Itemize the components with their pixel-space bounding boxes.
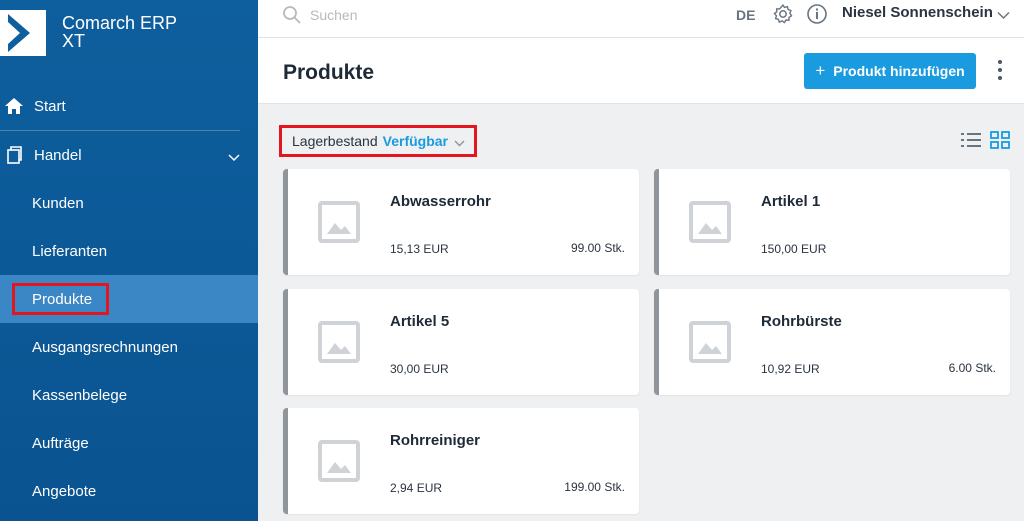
sidebar-item-kunden[interactable]: Kunden xyxy=(0,179,258,227)
plus-icon: + xyxy=(815,61,826,80)
sidebar-nav: Start Handel Kunden Lieferanten Produkte… xyxy=(0,82,258,515)
product-card[interactable]: Artikel 5 30,00 EUR xyxy=(283,289,639,395)
page-title: Produkte xyxy=(283,61,375,84)
sidebar-item-label: Kunden xyxy=(32,194,84,212)
image-placeholder-icon xyxy=(318,440,360,487)
image-placeholder-icon xyxy=(318,201,360,248)
product-card[interactable]: Abwasserrohr 15,13 EUR 99.00 Stk. xyxy=(283,169,639,275)
filter-value: Verfügbar xyxy=(382,133,448,149)
product-name: Abwasserrohr xyxy=(390,193,491,210)
add-product-button[interactable]: + Produkt hinzufügen xyxy=(804,53,976,89)
info-icon[interactable] xyxy=(806,3,828,30)
product-card[interactable]: Rohrreiniger 2,94 EUR 199.00 Stk. xyxy=(283,408,639,514)
sidebar-item-auftraege[interactable]: Aufträge xyxy=(0,419,258,467)
product-price: 30,00 EUR xyxy=(390,362,449,376)
comarch-logo[interactable] xyxy=(0,10,46,56)
image-placeholder-icon xyxy=(689,321,731,368)
sidebar: Comarch ERP XT Start Handel Kunden Liefe… xyxy=(0,0,258,521)
sidebar-item-produkte[interactable]: Produkte xyxy=(0,275,258,323)
home-icon xyxy=(2,97,26,115)
sidebar-item-ausgangsrechnungen[interactable]: Ausgangsrechnungen xyxy=(0,323,258,371)
brand-name: Comarch ERP XT xyxy=(62,13,178,51)
product-card[interactable]: Rohrbürste 10,92 EUR 6.00 Stk. xyxy=(654,289,1010,395)
sidebar-item-kassenbelege[interactable]: Kassenbelege xyxy=(0,371,258,419)
brand: Comarch ERP XT xyxy=(0,0,258,82)
product-price: 150,00 EUR xyxy=(761,242,827,256)
user-menu[interactable]: Niesel Sonnenschein xyxy=(842,4,993,21)
product-name: Artikel 1 xyxy=(761,193,821,210)
topbar: DE Niesel Sonnenschein xyxy=(258,0,1024,38)
highlight-box xyxy=(12,283,109,315)
search-input[interactable] xyxy=(310,6,510,24)
gear-icon[interactable] xyxy=(772,3,794,30)
chevron-down-icon[interactable] xyxy=(997,7,1010,25)
product-price: 2,94 EUR xyxy=(390,481,443,495)
sidebar-item-label: Start xyxy=(34,97,66,115)
add-product-label: Produkt hinzufügen xyxy=(833,63,965,79)
sidebar-item-label: Aufträge xyxy=(32,434,89,452)
sidebar-item-label: Kassenbelege xyxy=(32,386,128,404)
sidebar-item-label: Angebote xyxy=(32,482,97,500)
sidebar-item-start[interactable]: Start xyxy=(0,82,258,130)
product-name: Artikel 5 xyxy=(390,313,450,330)
product-price: 15,13 EUR xyxy=(390,242,449,256)
product-card[interactable]: Artikel 1 150,00 EUR xyxy=(654,169,1010,275)
sidebar-item-label: Lieferanten xyxy=(32,242,108,260)
product-name: Rohrreiniger xyxy=(390,432,481,449)
product-price: 10,92 EUR xyxy=(761,362,820,376)
page-header: Produkte + Produkt hinzufügen xyxy=(258,38,1024,104)
filter-label: Lagerbestand xyxy=(292,133,378,149)
image-placeholder-icon xyxy=(318,321,360,368)
search-icon[interactable] xyxy=(282,5,302,30)
product-name: Rohrbürste xyxy=(761,313,842,330)
more-options-icon[interactable] xyxy=(996,60,1004,82)
sidebar-item-lieferanten[interactable]: Lieferanten xyxy=(0,227,258,275)
sidebar-item-angebote[interactable]: Angebote xyxy=(0,467,258,515)
language-switch[interactable]: DE xyxy=(736,7,755,23)
sidebar-item-handel[interactable]: Handel xyxy=(0,131,258,179)
list-view-icon[interactable] xyxy=(961,131,981,154)
product-quantity: 199.00 Stk. xyxy=(564,480,625,494)
product-quantity: 6.00 Stk. xyxy=(948,361,996,375)
sidebar-item-label: Ausgangsrechnungen xyxy=(32,338,178,356)
chevron-down-icon xyxy=(228,149,240,166)
chevron-down-icon xyxy=(454,134,465,150)
product-quantity: 99.00 Stk. xyxy=(570,241,625,255)
stock-filter[interactable]: Lagerbestand Verfügbar xyxy=(279,125,477,157)
document-icon xyxy=(2,146,26,164)
sidebar-item-label: Handel xyxy=(34,146,82,164)
image-placeholder-icon xyxy=(689,201,731,248)
grid-view-icon[interactable] xyxy=(990,131,1010,154)
